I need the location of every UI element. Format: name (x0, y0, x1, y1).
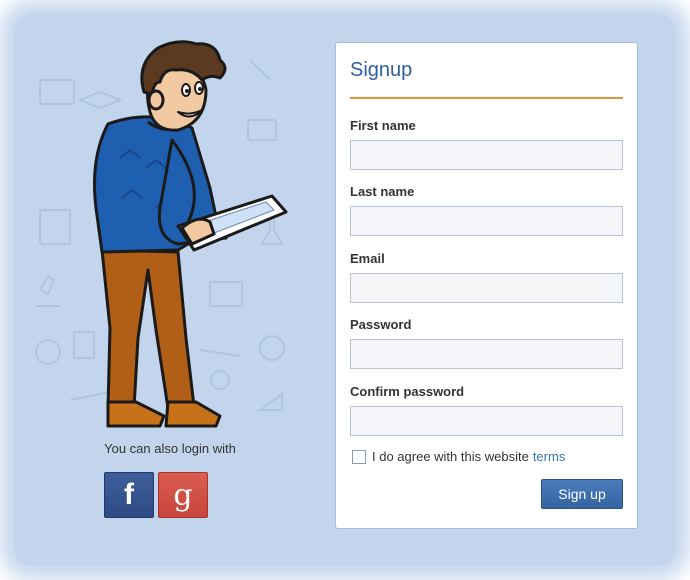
password-label: Password (350, 317, 412, 332)
terms-checkbox[interactable] (352, 449, 366, 464)
facebook-login-button[interactable]: f (104, 472, 154, 518)
email-input[interactable] (350, 273, 623, 303)
facebook-icon: f (124, 478, 134, 511)
signup-button[interactable]: Sign up (541, 479, 623, 509)
ear (147, 89, 165, 111)
trousers (100, 248, 196, 410)
form-title: Signup (350, 59, 413, 81)
password-input[interactable] (350, 339, 623, 369)
signup-form: Signup First name Last name Email Passwo… (335, 42, 638, 529)
left-shoe (106, 400, 166, 428)
first-name-label: First name (350, 118, 416, 133)
confirm-password-label: Confirm password (350, 384, 465, 399)
last-name-input[interactable] (350, 206, 623, 236)
alt-login-text: You can also login with (104, 441, 236, 456)
terms-agreement-row: I do agree with this website terms (352, 449, 565, 464)
title-underline (350, 97, 623, 99)
right-shoe (164, 400, 222, 428)
first-name-input[interactable] (350, 140, 623, 170)
globe-doodle (35, 339, 61, 365)
terms-link[interactable]: terms (533, 449, 566, 464)
google-plus-icon: g (173, 477, 193, 513)
microscope-doodle (36, 274, 60, 307)
email-label: Email (350, 251, 385, 266)
google-login-button[interactable]: g (158, 472, 208, 518)
confirm-password-input[interactable] (350, 406, 623, 436)
signup-page: You can also login with f g Signup First… (0, 0, 690, 580)
agree-text: I do agree with this website (372, 449, 529, 464)
person-illustration (93, 40, 288, 428)
last-name-label: Last name (350, 184, 415, 199)
